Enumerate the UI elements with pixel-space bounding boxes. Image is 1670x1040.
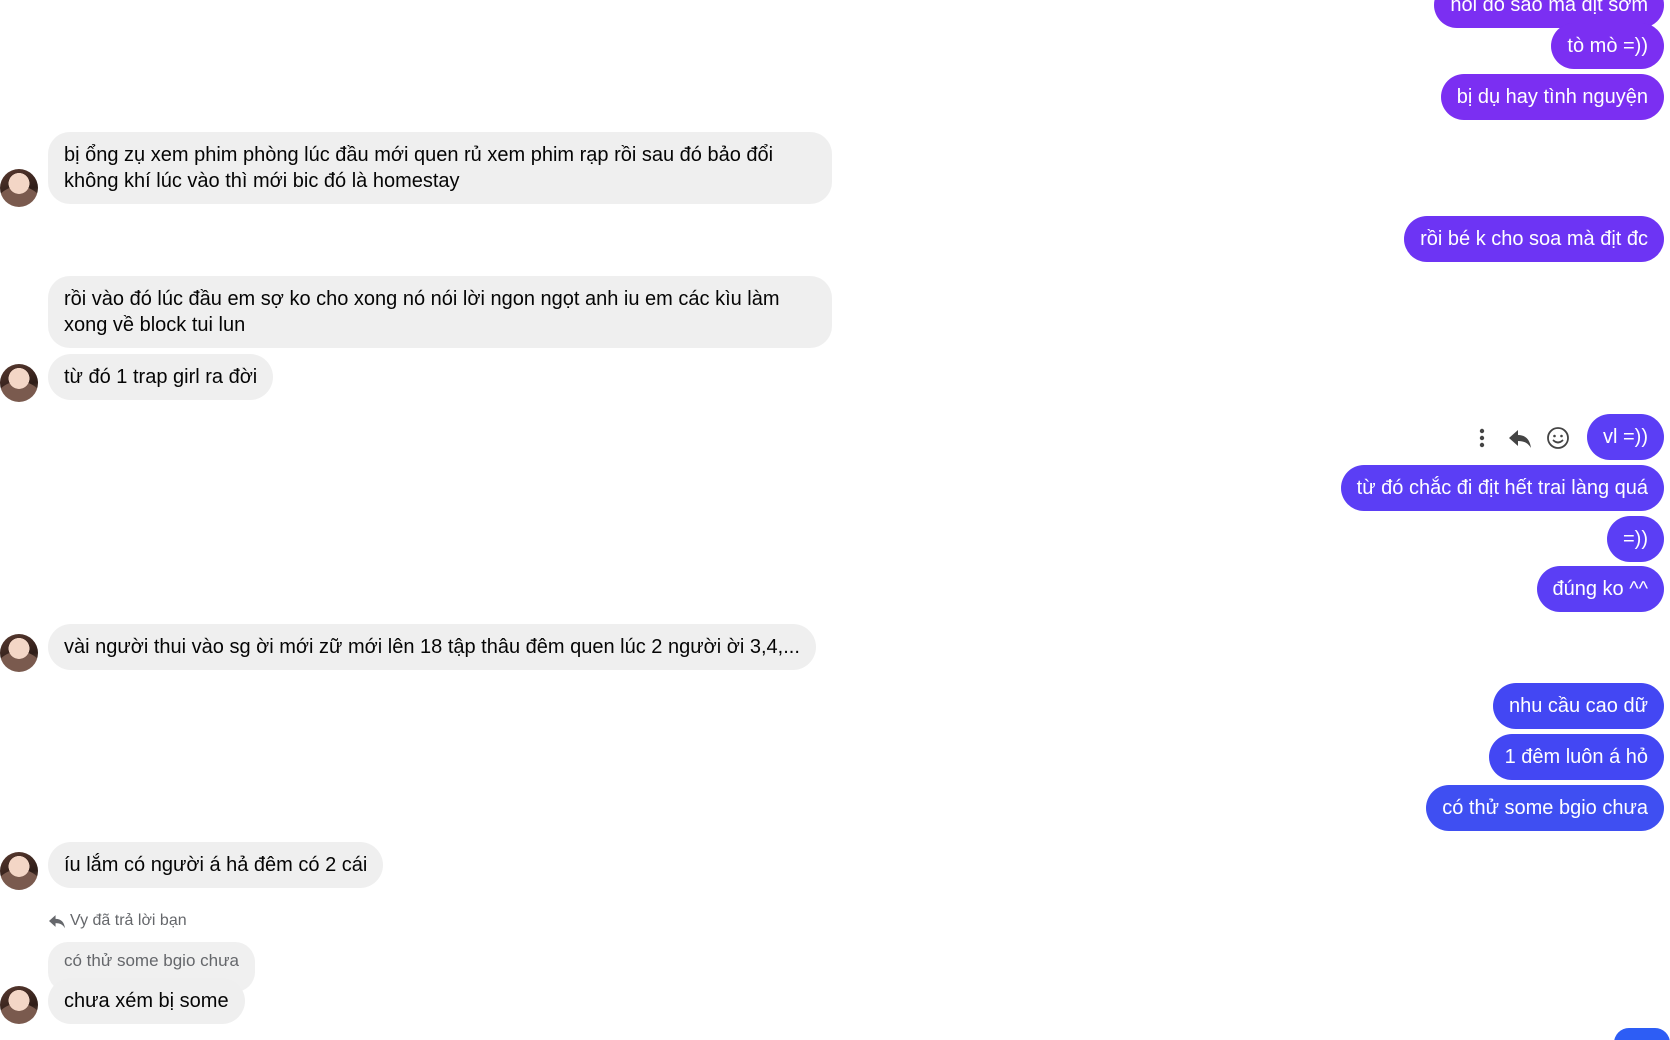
contact-avatar[interactable] <box>0 169 38 207</box>
incoming-message[interactable]: rồi vào đó lúc đầu em sợ ko cho xong nó … <box>48 276 832 348</box>
outgoing-message[interactable]: từ đó chắc đi địt hết trai làng quá <box>1340 465 1664 511</box>
outgoing-message[interactable]: bị dụ hay tình nguyện <box>1440 74 1664 120</box>
smiley-icon[interactable] <box>1546 426 1570 450</box>
more-vertical-icon[interactable] <box>1470 426 1494 450</box>
reply-icon <box>49 915 65 929</box>
incoming-message[interactable]: vài người thui vào sg ời mới zữ mới lên … <box>48 624 816 670</box>
outgoing-message[interactable]: =)) <box>1607 516 1664 562</box>
reply-indicator-label: Vy đã trả lời bạn <box>70 912 187 929</box>
outgoing-message[interactable]: vl =)) <box>1587 414 1664 460</box>
reply-indicator: Vy đã trả lời bạn <box>48 912 187 930</box>
contact-avatar[interactable] <box>0 634 38 672</box>
contact-avatar[interactable] <box>0 364 38 402</box>
outgoing-message[interactable]: có thử some bgio chưa <box>1426 785 1664 831</box>
contact-avatar[interactable] <box>0 852 38 890</box>
incoming-message[interactable]: bị ổng zụ xem phim phòng lúc đầu mới que… <box>48 132 832 204</box>
outgoing-message[interactable]: đúng ko ^^ <box>1536 566 1664 612</box>
outgoing-message[interactable]: tò mò =)) <box>1551 23 1664 69</box>
incoming-message[interactable]: từ đó 1 trap girl ra đời <box>48 354 274 400</box>
incoming-message[interactable]: chưa xém bị some <box>48 978 245 1024</box>
outgoing-message[interactable]: 1 đêm luôn á hỏ <box>1488 734 1664 780</box>
chat-thread: hỏi đó sao mà địt sớm tò mò =)) bị dụ ha… <box>0 0 1670 1040</box>
outgoing-message[interactable]: nhu cầu cao dữ <box>1492 683 1664 729</box>
reply-icon[interactable] <box>1508 426 1532 450</box>
contact-avatar[interactable] <box>0 986 38 1024</box>
message-actions <box>1470 420 1570 456</box>
outgoing-message[interactable]: rồi bé k cho soa mà địt đc <box>1404 216 1664 262</box>
incoming-message[interactable]: íu lắm có người á hả đêm có 2 cái <box>48 842 384 888</box>
outgoing-message-edge <box>1614 1028 1670 1040</box>
